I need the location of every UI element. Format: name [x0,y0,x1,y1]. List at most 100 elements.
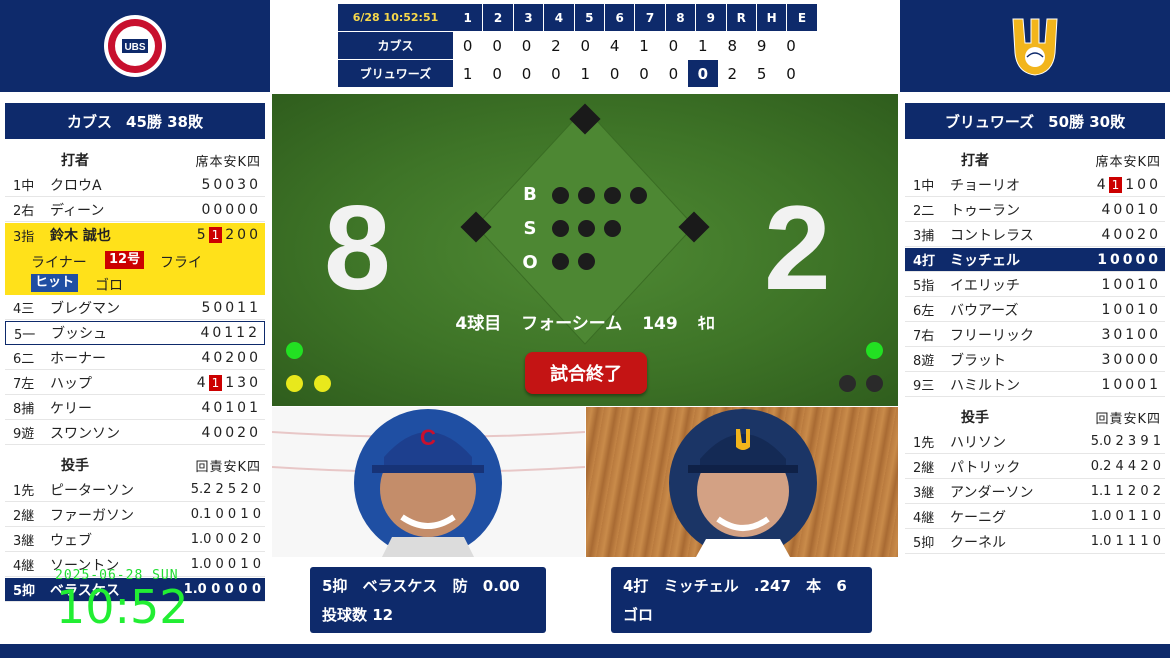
inning-header: 9 [696,4,726,31]
batter-row[interactable]: 8捕 ケリー 40101 [5,396,265,420]
inning-score: 1 [453,60,483,87]
batter-row[interactable]: 4三 ブレグマン 50011 [5,296,265,320]
batter-stats: 50030 [201,176,261,193]
inning-score: 0 [658,32,689,59]
inning-score-current: 0 [688,60,718,87]
batter-row[interactable]: 8遊 ブラット 30000 [905,348,1165,372]
pitcher-row[interactable]: 2継 ファーガソン 0.1 0 0 1 0 [5,503,265,527]
pitcher-row[interactable]: 3継 アンダーソン 1.1 1 2 0 2 [905,480,1165,504]
batter-row[interactable]: 2二 トゥーラン 40010 [905,198,1165,222]
batter-row[interactable]: 5指 イエリッチ 10010 [905,273,1165,297]
stat-rest: 200 [225,227,261,243]
batters-columns: 席本安K四 [195,154,261,170]
stat-hr-badge: 1 [1108,176,1123,193]
pitcher-info-line: 5抑 ベラスケス 防 0.00 [322,577,520,595]
at-bat-result: ゴロ [623,606,654,624]
pitcher-stats: 1.0 0 0 2 0 [190,532,261,547]
batter-row[interactable]: 2右 ディーン 00000 [5,198,265,222]
batter-stats: 10000 [1097,251,1161,268]
home-off-light-icon [866,375,883,392]
line-score-header: 6/28 10:52:51 1 2 3 4 5 6 7 8 9 R H E [338,4,830,31]
pitchers-title: 投手 [961,410,989,426]
batter-portrait-icon [669,409,817,557]
pitcher-role: 3継 [13,534,35,549]
pitcher-row[interactable]: 4継 ケーニグ 1.0 0 1 1 0 [905,505,1165,529]
pitcher-row[interactable]: 2継 パトリック 0.2 4 4 2 0 [905,455,1165,479]
batter-stats: 40200 [201,349,261,366]
batters-columns: 席本安K四 [1095,154,1161,170]
inning-score: 2 [541,32,571,59]
batter-stats: 50011 [201,299,261,316]
inning-header: 6 [604,4,635,31]
batter-row-outlined[interactable]: 5一 ブッシュ 40112 [5,321,265,345]
batter-row[interactable]: 1中 チョーリオ 4 1 100 [905,173,1165,197]
pitcher-stats: 0.1 0 0 1 0 [190,507,261,522]
pitcher-row[interactable]: 1先 ピーターソン 5.2 2 5 2 0 [5,478,265,502]
batter-position: 8遊 [913,354,935,369]
away-green-light-icon [286,342,303,359]
pitcher-stats: 5.0 2 3 9 1 [1090,434,1161,449]
batter-row[interactable]: 7右 フリーリック 30100 [905,323,1165,347]
result-liner: ライナー [31,255,87,271]
batter-row[interactable]: 1中 クロウA 50030 [5,173,265,197]
line-score: 6/28 10:52:51 1 2 3 4 5 6 7 8 9 R H E カブ… [338,4,830,88]
hits-header: H [756,4,787,31]
inning-score: 0 [511,32,542,59]
batter-stats: 10010 [1101,301,1161,318]
pitcher-row[interactable]: 3継 ウェブ 1.0 0 0 2 0 [5,528,265,552]
team-name: カブス [67,112,113,131]
batter-position: 1中 [913,179,935,194]
pitcher-role: 4継 [13,559,35,574]
stat-rest: 100 [1125,176,1161,193]
errors-header: E [787,4,817,31]
strike-light-icon [578,220,595,237]
game-over-button[interactable]: 試合終了 [525,352,647,394]
inning-score: 0 [482,60,512,87]
batter-position: 2右 [13,204,35,219]
batter-row[interactable]: 7左 ハップ 4 1 130 [5,371,265,395]
brewers-logo-icon [1012,18,1058,76]
strikes-label: S [523,218,537,239]
inning-score: 0 [453,32,483,59]
batter-row[interactable]: 3捕 コントレラス 40020 [905,223,1165,247]
batter-row[interactable]: 6二 ホーナー 40200 [5,346,265,370]
batter-position: 5指 [913,279,935,294]
brewers-logo-panel [900,0,1170,92]
batter-row[interactable]: 6左 バウアーズ 10010 [905,298,1165,322]
batter-position: 6左 [913,304,935,319]
runs-total: 8 [717,32,747,59]
inning-header: 2 [483,4,513,31]
inning-score: 1 [570,60,600,87]
batter-row[interactable]: 9三 ハミルトン 10001 [905,373,1165,397]
strike-light-icon [604,220,621,237]
batter-stats: 4 1 130 [197,374,261,391]
batter-row[interactable]: 9遊 スワンソン 40020 [5,421,265,445]
hits-total: 9 [746,32,777,59]
inning-score: 0 [482,32,512,59]
away-score: 8 [324,181,391,315]
batter-row-current[interactable]: 4打 ミッチェル 10000 [905,248,1165,272]
away-yellow-light-icon [314,375,331,392]
batter-position: 9遊 [13,427,35,442]
result-grounder: ゴロ [95,278,123,294]
batter-info-line: 4打 ミッチェル .247 本 6 [623,577,847,595]
pitcher-stats: 1.0 0 0 1 0 [190,557,261,572]
pitchers-header: 投手 回責安K四 [5,453,265,477]
game-datetime: 6/28 10:52:51 [338,4,453,31]
line-score-row-home: ブリュワーズ 1 0 0 0 1 0 0 0 0 2 5 0 [338,60,830,87]
batters-title: 打者 [61,153,89,169]
inning-score: 0 [511,60,542,87]
batter-row-highlighted[interactable]: 3指 鈴木 誠也 5 1 200 [5,223,265,247]
pitcher-role: 5抑 [913,536,935,551]
batter-stats: 10010 [1101,276,1161,293]
batter-position: 5一 [14,327,36,343]
stat-hr-badge: 1 [208,374,223,391]
stat-pa: 4 [1096,176,1109,193]
pitcher-row[interactable]: 5抑 クーネル 1.0 1 1 1 0 [905,530,1165,554]
team-name: ブリュワーズ [338,60,453,87]
pitcher-row[interactable]: 1先 ハリソン 5.0 2 3 9 1 [905,430,1165,454]
batter-stats: 30100 [1101,326,1161,343]
batter-info-card: 4打 ミッチェル .247 本 6 ゴロ [611,567,872,633]
pitch-info: 4球目 フォーシーム 149 ｷﾛ [455,314,715,334]
runs-header: R [726,4,756,31]
